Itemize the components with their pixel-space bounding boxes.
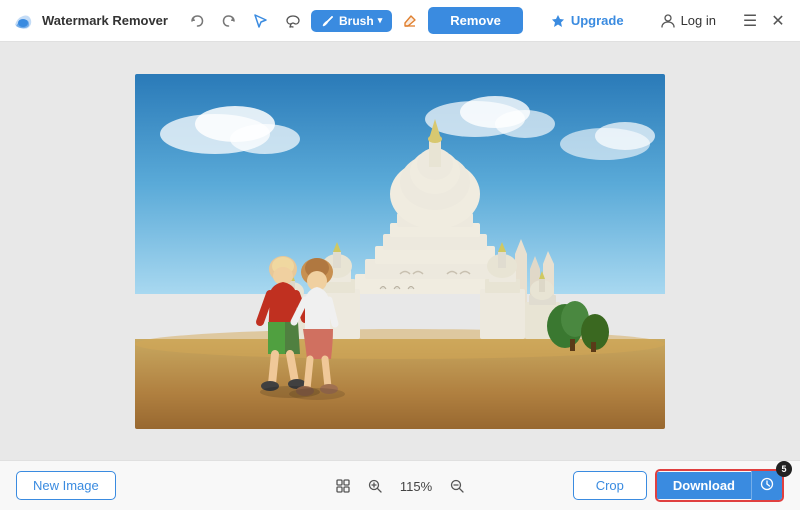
canvas-area	[0, 42, 800, 460]
upgrade-button[interactable]: Upgrade	[538, 8, 636, 34]
new-image-button[interactable]: New Image	[16, 471, 116, 500]
download-btn-group: Download	[655, 469, 784, 502]
download-dropdown-button[interactable]	[751, 471, 782, 500]
upgrade-icon	[550, 13, 566, 29]
brush-tool-button[interactable]: Brush ▾	[311, 10, 392, 32]
zoom-level: 115%	[396, 479, 436, 494]
upgrade-label: Upgrade	[571, 13, 624, 28]
zoom-out-button[interactable]	[446, 475, 468, 497]
lasso-tool-button[interactable]	[279, 7, 307, 35]
menu-button[interactable]: ☰	[740, 11, 760, 31]
crop-label: Crop	[596, 478, 624, 493]
bottom-right-actions: Crop Download 5	[573, 469, 784, 502]
image-display	[135, 74, 665, 429]
brush-dropdown-icon: ▾	[378, 15, 383, 26]
download-wrapper: Download 5	[655, 469, 784, 502]
redo-button[interactable]	[215, 7, 243, 35]
login-button[interactable]: Log in	[648, 8, 728, 34]
app-branding: Watermark Remover	[12, 10, 168, 32]
toolbar-tools: Brush ▾ Remove	[183, 7, 523, 35]
undo-button[interactable]	[183, 7, 211, 35]
user-icon	[660, 13, 676, 29]
download-button[interactable]: Download	[657, 472, 751, 499]
remove-label: Remove	[450, 13, 501, 28]
app-logo-icon	[12, 10, 34, 32]
zoom-in-button[interactable]	[364, 475, 386, 497]
new-image-label: New Image	[33, 478, 99, 493]
header-right: Upgrade Log in ☰ ✕	[538, 8, 788, 34]
app-title: Watermark Remover	[42, 13, 168, 28]
zoom-controls: 115%	[332, 475, 468, 497]
photo-scene	[135, 74, 665, 429]
close-button[interactable]: ✕	[768, 11, 788, 31]
erase-tool-button[interactable]	[396, 7, 424, 35]
download-label: Download	[673, 478, 735, 493]
bottom-bar: New Image 115%	[0, 460, 800, 510]
remove-button[interactable]: Remove	[428, 7, 523, 34]
crop-button[interactable]: Crop	[573, 471, 647, 500]
window-controls: ☰ ✕	[740, 11, 788, 31]
brush-label: Brush	[339, 14, 374, 28]
reset-zoom-button[interactable]	[332, 475, 354, 497]
login-label: Log in	[681, 13, 716, 28]
select-tool-button[interactable]	[247, 7, 275, 35]
titlebar: Watermark Remover	[0, 0, 800, 42]
clock-icon	[760, 477, 774, 491]
download-badge: 5	[776, 461, 792, 477]
